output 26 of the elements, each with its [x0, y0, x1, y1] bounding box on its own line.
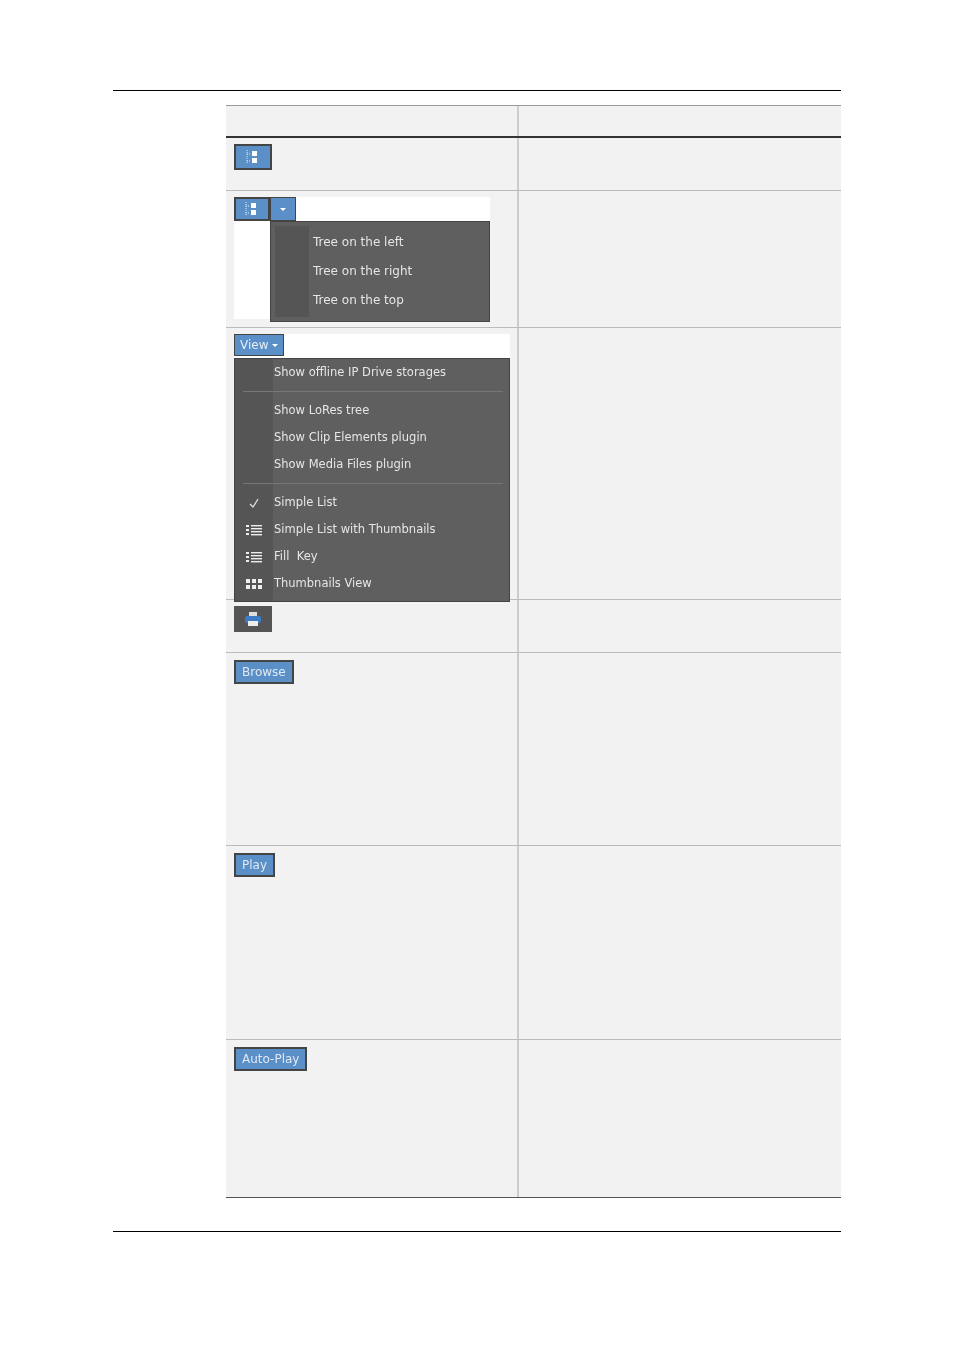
view-menu-button[interactable]: View: [234, 334, 285, 356]
menu-item[interactable]: Fill Key: [273, 547, 318, 566]
tree-layout-button[interactable]: [234, 144, 272, 170]
menu-item[interactable]: Tree on the right: [309, 257, 485, 286]
menu-item[interactable]: Show LoRes tree: [273, 401, 370, 420]
printer-icon: [244, 611, 262, 627]
menu-item[interactable]: Simple List with Thumbnails: [273, 520, 436, 539]
tree-layout-button[interactable]: [234, 197, 270, 221]
menu-item[interactable]: Tree on the left: [309, 228, 485, 257]
menu-item[interactable]: Tree on the top: [309, 286, 485, 315]
checkmark-icon: [248, 496, 260, 509]
list-icon: [246, 550, 262, 563]
menu-item[interactable]: Show Media Files plugin: [273, 455, 412, 474]
grid-icon: [246, 578, 262, 589]
menu-item[interactable]: Show offline IP Drive storages: [273, 363, 447, 382]
caret-icon: [280, 207, 286, 211]
browse-button[interactable]: Browse: [234, 660, 294, 684]
list-icon: [246, 523, 262, 536]
caret-icon: [272, 343, 279, 347]
menu-item[interactable]: Show Clip Elements plugin: [273, 428, 427, 447]
menu-item[interactable]: Thumbnails View: [273, 574, 372, 593]
play-button[interactable]: Auto-Play: [234, 1047, 308, 1071]
dropdown-button[interactable]: [270, 197, 296, 221]
menu-item[interactable]: Simple List: [273, 493, 338, 512]
print-button[interactable]: [234, 606, 272, 632]
play-button[interactable]: Play: [234, 853, 276, 877]
